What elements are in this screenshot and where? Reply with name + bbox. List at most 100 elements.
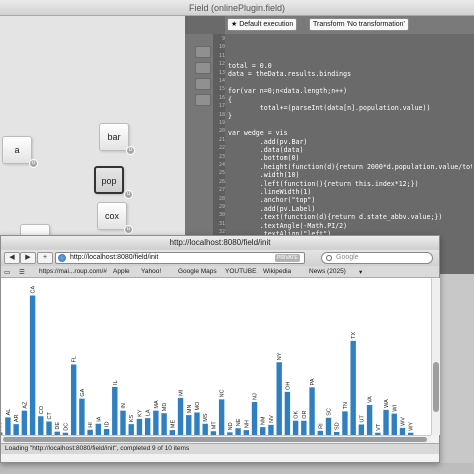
url-input[interactable]: http://localhost:8080/field/init bbox=[55, 252, 305, 264]
margin-widget-icon[interactable] bbox=[195, 46, 211, 58]
node-badge-icon[interactable]: o bbox=[29, 159, 38, 168]
bar-nv bbox=[268, 424, 274, 435]
field-window-title: Field (onlinePlugin.field) bbox=[0, 0, 474, 16]
bar-mo bbox=[194, 412, 200, 435]
bar-pa bbox=[309, 387, 315, 435]
forward-button[interactable]: ▶ bbox=[20, 252, 36, 264]
code-line: .text(function(d){return d.state_abbv.va… bbox=[228, 213, 443, 222]
bookmark-item[interactable]: Google Maps bbox=[178, 268, 217, 275]
node-pop[interactable]: pop o bbox=[94, 166, 133, 199]
code-line: total = 0.0 bbox=[228, 62, 272, 70]
bar-label-nm: NM bbox=[261, 416, 267, 425]
bookmark-item[interactable]: YOUTUBE bbox=[225, 268, 256, 275]
globe-icon bbox=[58, 254, 66, 262]
margin-widget-icon[interactable] bbox=[195, 62, 211, 74]
bar-label-il: IL bbox=[113, 380, 119, 385]
bar-label-ok: OK bbox=[294, 410, 300, 418]
default-execution-button[interactable]: ★ Default execution bbox=[227, 18, 298, 31]
add-bookmark-button[interactable]: + bbox=[37, 252, 53, 264]
line-number: 10 bbox=[218, 44, 225, 51]
transform-button[interactable]: Transform 'No transformation' bbox=[309, 18, 409, 31]
bar-label-ky: KY bbox=[137, 409, 143, 417]
vertical-scroll-thumb[interactable] bbox=[433, 362, 439, 412]
bar-ut bbox=[358, 424, 365, 435]
bar-ct bbox=[46, 421, 52, 435]
bar-label-wa: WA bbox=[384, 399, 390, 408]
bookmark-item[interactable]: ☰ bbox=[19, 268, 25, 276]
code-line: .add(pv.Label) bbox=[228, 204, 316, 213]
bar-label-ct: CT bbox=[47, 412, 53, 420]
desktop-edge bbox=[440, 274, 474, 463]
bar-label-ne: NE bbox=[236, 418, 242, 426]
line-number: 15 bbox=[218, 86, 225, 93]
desktop: Field (onlinePlugin.field) a o bar o pop… bbox=[0, 0, 474, 474]
bar-label-nj: NJ bbox=[253, 393, 259, 400]
margin-widget-icon[interactable] bbox=[195, 78, 211, 90]
bookmark-item[interactable]: Wikipedia bbox=[263, 268, 291, 275]
node-label: a bbox=[14, 145, 20, 155]
bar-nm bbox=[260, 427, 266, 435]
code-line: .textAngle(-Math.PI/2) bbox=[228, 221, 348, 230]
bar-il bbox=[112, 387, 118, 435]
bookmark-item[interactable]: Yahoo! bbox=[141, 268, 161, 275]
node-cox[interactable]: cox o bbox=[97, 202, 133, 234]
node-badge-icon[interactable]: o bbox=[126, 146, 135, 155]
node-label: bar bbox=[107, 132, 121, 142]
code-line: } bbox=[228, 112, 232, 121]
bar-label-nv: NV bbox=[269, 415, 275, 423]
bar-ia bbox=[95, 423, 102, 435]
node-label: cox bbox=[104, 211, 119, 221]
bookmark-item[interactable]: Apple bbox=[113, 268, 130, 275]
line-number: 22 bbox=[218, 145, 225, 152]
search-input[interactable]: Google bbox=[321, 252, 433, 264]
private-badge: PRIVATE bbox=[275, 254, 300, 262]
bar-label-dc: DC bbox=[63, 423, 69, 431]
bar-ne bbox=[235, 428, 241, 435]
bar-wa bbox=[383, 409, 389, 435]
node-badge-icon[interactable]: o bbox=[124, 190, 133, 199]
bookmark-item[interactable]: ▾ bbox=[359, 268, 362, 276]
bar-label-ar: AR bbox=[14, 414, 20, 422]
bar-label-nc: NC bbox=[220, 389, 226, 397]
line-number: 23 bbox=[218, 153, 225, 160]
code-line: for(var n=0;n<data.length;n++) bbox=[228, 87, 348, 96]
back-button[interactable]: ◀ bbox=[4, 252, 20, 264]
node-a[interactable]: a o bbox=[2, 136, 38, 168]
bar-label-fl: FL bbox=[72, 356, 78, 362]
line-number: 16 bbox=[218, 94, 225, 101]
bar-label-vt: VT bbox=[376, 423, 382, 431]
line-number: 17 bbox=[218, 103, 225, 110]
bar-label-tn: TN bbox=[343, 402, 349, 409]
bar-label-la: LA bbox=[146, 409, 152, 416]
bar-label-ca: CA bbox=[31, 286, 37, 294]
code-line: var wedge = vis bbox=[228, 129, 288, 138]
bar-la bbox=[144, 418, 151, 435]
bar-label-me: ME bbox=[170, 420, 176, 429]
bar-label-nd: ND bbox=[228, 422, 234, 430]
browser-title: http://localhost:8080/field/init bbox=[1, 236, 439, 250]
node-bar[interactable]: bar o bbox=[99, 123, 135, 155]
bar-ks bbox=[128, 424, 134, 435]
code-line: .anchor("top") bbox=[228, 196, 316, 205]
bar-oh bbox=[284, 391, 291, 435]
horizontal-scrollbar[interactable] bbox=[1, 435, 431, 443]
line-number: 28 bbox=[218, 195, 225, 202]
bar-ms bbox=[202, 423, 208, 435]
bookmark-item[interactable]: https://mai...roup.com/# bbox=[39, 268, 107, 275]
margin-widget-icon[interactable] bbox=[195, 94, 211, 106]
bar-label-or: OR bbox=[302, 410, 308, 418]
code-line: .add(pv.Bar) bbox=[228, 137, 308, 146]
node-badge-icon[interactable]: o bbox=[124, 225, 133, 234]
code-line: .height(function(d){return 2000*d.popula… bbox=[228, 162, 472, 171]
bar-or bbox=[301, 420, 307, 435]
bookmark-item[interactable]: ▭ bbox=[4, 268, 10, 276]
code-line: .left(function(){return this.index*12;}) bbox=[228, 179, 419, 188]
bar-label-ks: KS bbox=[129, 414, 135, 422]
line-number: 24 bbox=[218, 162, 225, 168]
vertical-scrollbar[interactable] bbox=[431, 278, 440, 435]
line-number: 14 bbox=[218, 78, 225, 84]
bar-sc bbox=[325, 417, 332, 435]
horizontal-scroll-thumb[interactable] bbox=[3, 437, 427, 442]
bookmark-item[interactable]: News (2025) bbox=[309, 268, 346, 275]
bar-ga bbox=[79, 398, 85, 435]
